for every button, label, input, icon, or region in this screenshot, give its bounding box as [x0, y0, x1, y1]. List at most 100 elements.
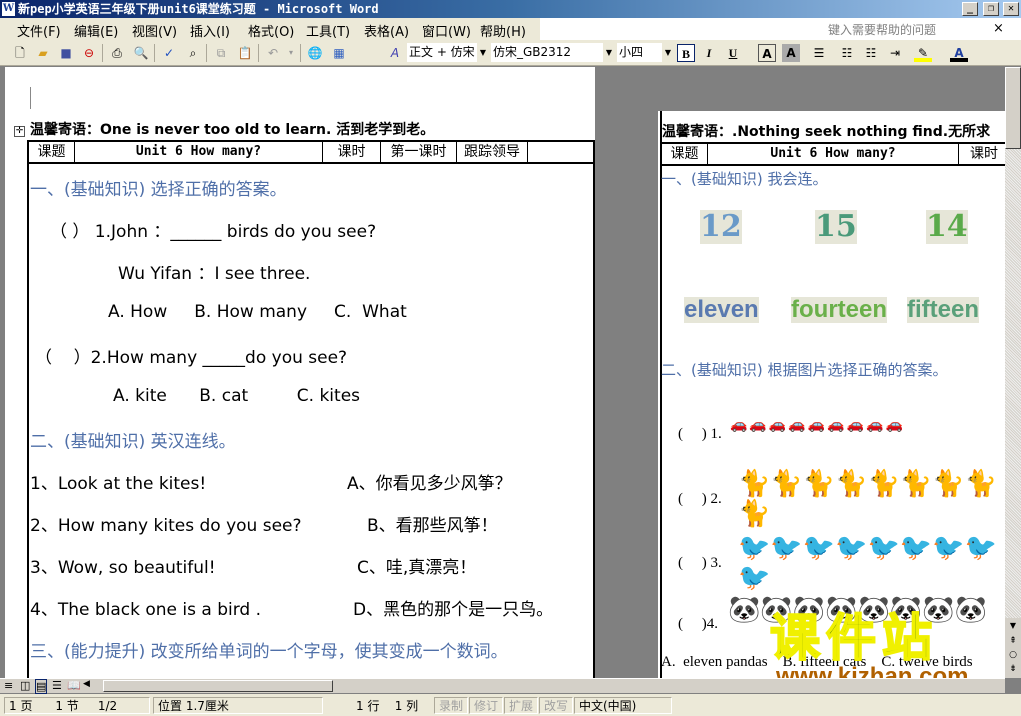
size-select[interactable]: 小四: [617, 43, 662, 62]
status-ext[interactable]: 扩展: [504, 697, 539, 714]
spelling-icon[interactable]: ✓: [160, 44, 178, 62]
header-cell: 课时: [323, 142, 381, 162]
vertical-scrollbar[interactable]: ▼ ⇞ ○ ⇟: [1005, 67, 1021, 678]
question-label: ( ) 1.: [678, 426, 722, 442]
research-icon[interactable]: ⌕: [184, 44, 202, 62]
word-image: eleven: [684, 296, 759, 323]
header-cell: 跟踪领导: [457, 142, 528, 162]
help-search-input[interactable]: 键入需要帮助的问题: [828, 21, 936, 38]
word-image: fifteen: [907, 296, 979, 323]
birds-image: 🐦🐦🐦🐦🐦🐦🐦🐦🐦: [738, 533, 997, 593]
menu-view[interactable]: 视图(V): [132, 21, 177, 40]
menu-bar: 文件(F) 编辑(E) 视图(V) 插入(I) 格式(O) 工具(T) 表格(A…: [0, 18, 1021, 40]
question-label: ( ) 2.: [678, 491, 722, 507]
match-left: 1、Look at the kites!: [30, 474, 207, 494]
scroll-left-icon[interactable]: ◀: [83, 679, 90, 689]
highlight-icon[interactable]: ✎: [914, 44, 932, 62]
web-view-icon[interactable]: ◫: [20, 679, 30, 692]
style-dropdown-icon[interactable]: ▼: [477, 43, 489, 62]
section-1-title: 一、(基础知识) 我会连。: [661, 170, 828, 188]
italic-button[interactable]: I: [700, 44, 718, 62]
document-area[interactable]: ✛ 温馨寄语：One is never too old to learn. 活到…: [0, 67, 1005, 678]
bullets-icon[interactable]: ☷: [862, 44, 880, 62]
hyperlink-icon[interactable]: 🌐: [306, 44, 324, 62]
undo-icon[interactable]: ↶: [264, 44, 282, 62]
undo-dropdown-icon[interactable]: ▾: [282, 44, 300, 62]
style-select[interactable]: 正文 + 仿宋: [407, 43, 477, 62]
font-dropdown-icon[interactable]: ▼: [603, 43, 615, 62]
word-icon: W: [2, 2, 15, 16]
browse-object-icon[interactable]: ⇞ ○ ⇟: [1005, 634, 1021, 678]
print-preview-icon[interactable]: 🔍: [132, 44, 150, 62]
menu-format[interactable]: 格式(O): [248, 21, 294, 40]
align-center-icon[interactable]: ☰: [810, 44, 828, 62]
match-right: D、黑色的那个是一只鸟。: [353, 600, 554, 620]
copy-icon[interactable]: ⧉: [212, 44, 230, 62]
char-shading-icon[interactable]: A: [782, 44, 800, 62]
left-page: ✛ 温馨寄语：One is never too old to learn. 活到…: [5, 67, 595, 678]
header-cell: 课时: [970, 146, 998, 162]
status-page: 1 页 1 节 1/2: [4, 697, 150, 714]
match-right: C、哇,真漂亮！: [357, 558, 477, 578]
open-folder-icon[interactable]: ▰: [34, 44, 52, 62]
number-image: 15: [815, 209, 857, 244]
scroll-down-icon[interactable]: ▼: [1005, 618, 1021, 634]
print-view-icon[interactable]: ▤: [35, 679, 48, 694]
status-line-col: 1 行 1 列: [356, 699, 419, 713]
reading-view-icon[interactable]: 📖: [67, 679, 81, 692]
font-select[interactable]: 仿宋_GB2312: [491, 43, 603, 62]
menu-help[interactable]: 帮助(H): [480, 21, 526, 40]
question-label: ( )4.: [678, 616, 718, 632]
match-right: A、你看见多少风筝？: [347, 474, 512, 494]
window-title: 新pep小学英语三年级下册unit6课堂练习题 - Microsoft Word: [18, 2, 379, 16]
match-left: 2、How many kites do you see?: [30, 516, 302, 536]
styles-icon[interactable]: A: [386, 44, 404, 62]
save-icon[interactable]: ■: [57, 44, 75, 62]
close-button[interactable]: ✕: [1003, 2, 1019, 16]
header-cell: 课题: [29, 142, 75, 162]
header-cell: 课题: [662, 144, 708, 164]
table-move-handle-icon[interactable]: ✛: [14, 126, 25, 137]
bold-button[interactable]: B: [677, 44, 695, 62]
number-image: 12: [700, 209, 742, 244]
menu-edit[interactable]: 编辑(E): [74, 21, 118, 40]
question-line: （ ）2.How many _____do you see?: [35, 348, 348, 368]
horizontal-scrollbar[interactable]: ≡ ◫ ▤ ☰ 📖 ◀: [0, 678, 1005, 694]
underline-button[interactable]: U: [724, 44, 742, 62]
menu-window[interactable]: 窗口(W): [422, 21, 471, 40]
status-ovr[interactable]: 改写: [539, 697, 574, 714]
table-icon[interactable]: ▦: [330, 44, 348, 62]
h-scroll-thumb[interactable]: [103, 680, 333, 692]
char-border-icon[interactable]: A: [758, 44, 776, 62]
section-1-title: 一、(基础知识) 选择正确的答案。: [30, 180, 287, 200]
question-line: Wu Yifan ：I see three.: [118, 264, 311, 284]
number-image: 14: [926, 209, 968, 244]
menu-tools[interactable]: 工具(T): [306, 21, 350, 40]
new-document-icon[interactable]: 🗋: [11, 44, 29, 62]
match-right: B、看那些风筝！: [367, 516, 498, 536]
status-bar: 1 页 1 节 1/2 位置 1.7厘米 1 行 1 列 录制 修订 扩展 改写…: [0, 694, 1021, 716]
menu-file[interactable]: 文件(F): [17, 21, 61, 40]
cats-image: 🐈🐈🐈🐈🐈🐈🐈🐈🐈: [738, 469, 997, 529]
toolbar: 🗋 ▰ ■ ⊖ ⎙ 🔍 ✓ ⌕ ⧉ 📋 ↶ ▾ 🌐 ▦ A 正文 + 仿宋 ▼ …: [0, 40, 1021, 66]
permission-icon[interactable]: ⊖: [80, 44, 98, 62]
paste-icon[interactable]: 📋: [236, 44, 254, 62]
scroll-thumb[interactable]: [1005, 67, 1021, 149]
print-icon[interactable]: ⎙: [108, 44, 126, 62]
menu-table[interactable]: 表格(A): [364, 21, 409, 40]
numbering-icon[interactable]: ☷: [838, 44, 856, 62]
help-close-button[interactable]: ×: [993, 21, 1004, 36]
font-color-icon[interactable]: A: [950, 44, 968, 62]
size-dropdown-icon[interactable]: ▼: [662, 43, 674, 62]
match-left: 4、The black one is a bird .: [30, 600, 262, 620]
normal-view-icon[interactable]: ≡: [4, 679, 13, 692]
minimize-button[interactable]: _: [962, 2, 978, 16]
header-table: 课题 Unit 6 How many? 课时: [660, 142, 1005, 166]
indent-icon[interactable]: ⇥: [886, 44, 904, 62]
restore-button[interactable]: ❐: [983, 2, 999, 16]
outline-view-icon[interactable]: ☰: [52, 679, 62, 692]
status-trk[interactable]: 修订: [469, 697, 504, 714]
status-rec[interactable]: 录制: [434, 697, 469, 714]
options-line: A. How B. How many C. What: [108, 302, 407, 322]
menu-insert[interactable]: 插入(I): [190, 21, 230, 40]
